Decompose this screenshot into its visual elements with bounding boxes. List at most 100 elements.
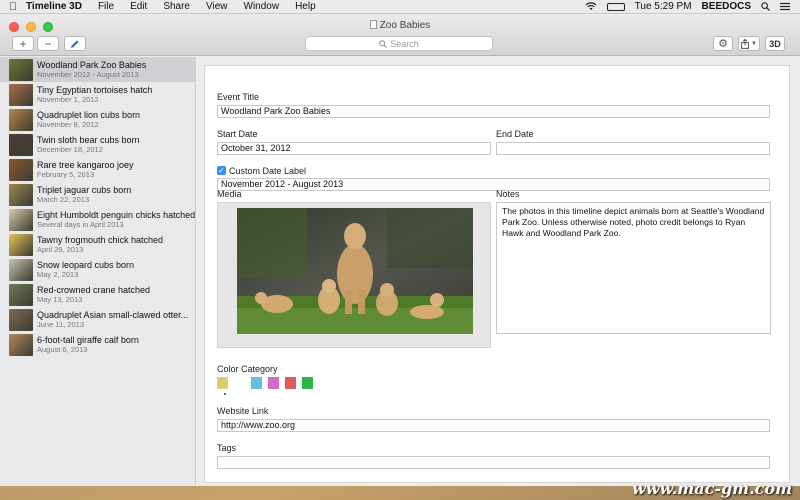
event-list: Woodland Park Zoo Babies November 2012 - … bbox=[0, 57, 196, 486]
event-detail-panel: Event Title Woodland Park Zoo Babies Sta… bbox=[204, 65, 790, 483]
custom-date-field[interactable]: November 2012 - August 2013 bbox=[217, 178, 770, 191]
share-icon bbox=[741, 38, 749, 49]
list-item[interactable]: Eight Humboldt penguin chicks hatched Sev… bbox=[0, 207, 195, 232]
custom-date-label: Custom Date Label bbox=[229, 166, 307, 176]
list-item-text: Rare tree kangaroo joey February 5, 2013 bbox=[37, 160, 134, 179]
event-thumbnail bbox=[9, 258, 33, 281]
notification-center-icon[interactable] bbox=[780, 2, 790, 11]
list-item-text: Woodland Park Zoo Babies November 2012 - … bbox=[37, 60, 146, 79]
color-swatch[interactable] bbox=[285, 377, 296, 389]
clock[interactable]: Tue 5:29 PM bbox=[635, 1, 692, 12]
list-item-date: November 8, 2012 bbox=[37, 120, 99, 129]
media-well[interactable] bbox=[217, 202, 491, 348]
event-thumbnail bbox=[9, 233, 33, 256]
apple-menu-icon[interactable]:  bbox=[0, 1, 26, 13]
settings-button[interactable]: ⚙ bbox=[713, 36, 733, 51]
list-item[interactable]: Quadruplet Asian small-clawed otter... Ju… bbox=[0, 307, 195, 332]
event-title-label: Event Title bbox=[217, 92, 260, 102]
search-icon bbox=[379, 39, 388, 48]
color-swatch[interactable] bbox=[268, 377, 279, 389]
share-button[interactable]: ▼ bbox=[738, 36, 760, 51]
menu-file[interactable]: File bbox=[98, 1, 114, 12]
menu-help[interactable]: Help bbox=[295, 1, 316, 12]
website-field[interactable]: http://www.zoo.org bbox=[217, 419, 770, 432]
media-label: Media bbox=[217, 189, 242, 199]
battery-icon[interactable] bbox=[606, 2, 625, 11]
start-date-field[interactable]: October 31, 2012 bbox=[217, 142, 491, 155]
list-item-date: March 22, 2013 bbox=[37, 195, 90, 204]
event-thumbnail bbox=[9, 83, 33, 106]
list-item-text: Tiny Egyptian tortoises hatch November 1,… bbox=[37, 85, 152, 104]
notes-field[interactable]: The photos in this timeline depict anima… bbox=[496, 202, 771, 334]
event-thumbnail bbox=[9, 133, 33, 156]
list-item-text: Triplet jaguar cubs born March 22, 2013 bbox=[37, 185, 131, 204]
document-icon bbox=[369, 20, 377, 29]
remove-event-button[interactable]: − bbox=[37, 36, 59, 51]
list-item[interactable]: Quadruplet lion cubs born November 8, 201… bbox=[0, 107, 195, 132]
list-item-title: Rare tree kangaroo joey bbox=[37, 160, 134, 170]
list-item-text: Red-crowned crane hatched May 13, 2013 bbox=[37, 285, 150, 304]
list-item[interactable]: Snow leopard cubs born May 2, 2013 bbox=[0, 257, 195, 282]
view-3d-button[interactable]: 3D bbox=[765, 36, 785, 51]
event-thumbnail bbox=[9, 308, 33, 331]
list-item-date: Several days in April 2013 bbox=[37, 220, 124, 229]
tags-field[interactable] bbox=[217, 456, 770, 469]
list-item[interactable]: Twin sloth bear cubs born December 18, 20… bbox=[0, 132, 195, 157]
menu-window[interactable]: Window bbox=[244, 1, 280, 12]
title-bar: Zoo Babies + − Search ⚙ ▼ 3D bbox=[0, 14, 800, 56]
color-swatch[interactable] bbox=[251, 377, 262, 389]
menu-view[interactable]: View bbox=[206, 1, 228, 12]
list-item-date: December 18, 2012 bbox=[37, 145, 103, 154]
list-item-text: Snow leopard cubs born May 2, 2013 bbox=[37, 260, 134, 279]
lion-photo[interactable] bbox=[237, 208, 473, 334]
color-swatch[interactable] bbox=[302, 377, 313, 389]
list-item[interactable]: Red-crowned crane hatched May 13, 2013 bbox=[0, 282, 195, 307]
list-item-date: August 6, 2013 bbox=[37, 345, 88, 354]
watermark: www.mac-gm.com bbox=[632, 479, 792, 498]
list-item-title: Red-crowned crane hatched bbox=[37, 285, 151, 295]
minus-icon: − bbox=[44, 36, 52, 51]
event-thumbnail bbox=[9, 283, 33, 306]
list-item[interactable]: Woodland Park Zoo Babies November 2012 - … bbox=[0, 57, 195, 82]
notes-label: Notes bbox=[496, 189, 520, 199]
list-item-text: 6-foot-tall giraffe calf born August 6, 2… bbox=[37, 335, 139, 354]
list-item[interactable]: Tiny Egyptian tortoises hatch November 1,… bbox=[0, 82, 195, 107]
list-item-date: February 5, 2013 bbox=[37, 170, 95, 179]
add-event-button[interactable]: + bbox=[12, 36, 34, 51]
user-name[interactable]: BEEDOCS bbox=[702, 1, 751, 12]
list-item-title: Quadruplet lion cubs born bbox=[37, 110, 141, 120]
event-title-field[interactable]: Woodland Park Zoo Babies bbox=[217, 105, 770, 118]
window-title: Zoo Babies bbox=[0, 20, 800, 31]
chevron-down-icon: ▼ bbox=[751, 40, 757, 47]
list-item[interactable]: Triplet jaguar cubs born March 22, 2013 bbox=[0, 182, 195, 207]
list-item-date: May 13, 2013 bbox=[37, 295, 83, 304]
app-window: Zoo Babies + − Search ⚙ ▼ 3D Woodland Pa… bbox=[0, 14, 800, 486]
window-title-text: Zoo Babies bbox=[379, 20, 431, 31]
search-icon[interactable] bbox=[761, 2, 770, 11]
list-item-title: Eight Humboldt penguin chicks hatched bbox=[37, 210, 195, 220]
list-item-title: Triplet jaguar cubs born bbox=[37, 185, 132, 195]
event-thumbnail bbox=[9, 58, 33, 81]
edit-button[interactable] bbox=[64, 36, 86, 51]
menu-bar:  Timeline 3D File Edit Share View Windo… bbox=[0, 0, 800, 14]
menu-edit[interactable]: Edit bbox=[130, 1, 147, 12]
list-item[interactable]: Rare tree kangaroo joey February 5, 2013 bbox=[0, 157, 195, 182]
list-item[interactable]: Tawny frogmouth chick hatched April 29, 2… bbox=[0, 232, 195, 257]
custom-date-checkbox[interactable]: ✓ bbox=[217, 166, 226, 175]
list-item-title: Quadruplet Asian small-clawed otter... bbox=[37, 310, 189, 320]
list-item-title: Snow leopard cubs born bbox=[37, 260, 135, 270]
event-thumbnail bbox=[9, 108, 33, 131]
list-item-date: November 2012 - August 2013 bbox=[37, 70, 139, 79]
color-category-label: Color Category bbox=[217, 364, 278, 374]
menu-app-name[interactable]: Timeline 3D bbox=[26, 1, 82, 12]
color-swatch[interactable] bbox=[234, 377, 245, 389]
menu-share[interactable]: Share bbox=[163, 1, 190, 12]
search-input[interactable]: Search bbox=[305, 36, 493, 51]
wifi-icon[interactable] bbox=[585, 2, 597, 11]
list-item[interactable]: 6-foot-tall giraffe calf born August 6, 2… bbox=[0, 332, 195, 357]
list-item-text: Twin sloth bear cubs born December 18, 20… bbox=[37, 135, 140, 154]
list-item-title: Tawny frogmouth chick hatched bbox=[37, 235, 164, 245]
color-swatch[interactable] bbox=[217, 377, 228, 389]
end-date-field[interactable] bbox=[496, 142, 770, 155]
list-item-date: November 1, 2012 bbox=[37, 95, 99, 104]
